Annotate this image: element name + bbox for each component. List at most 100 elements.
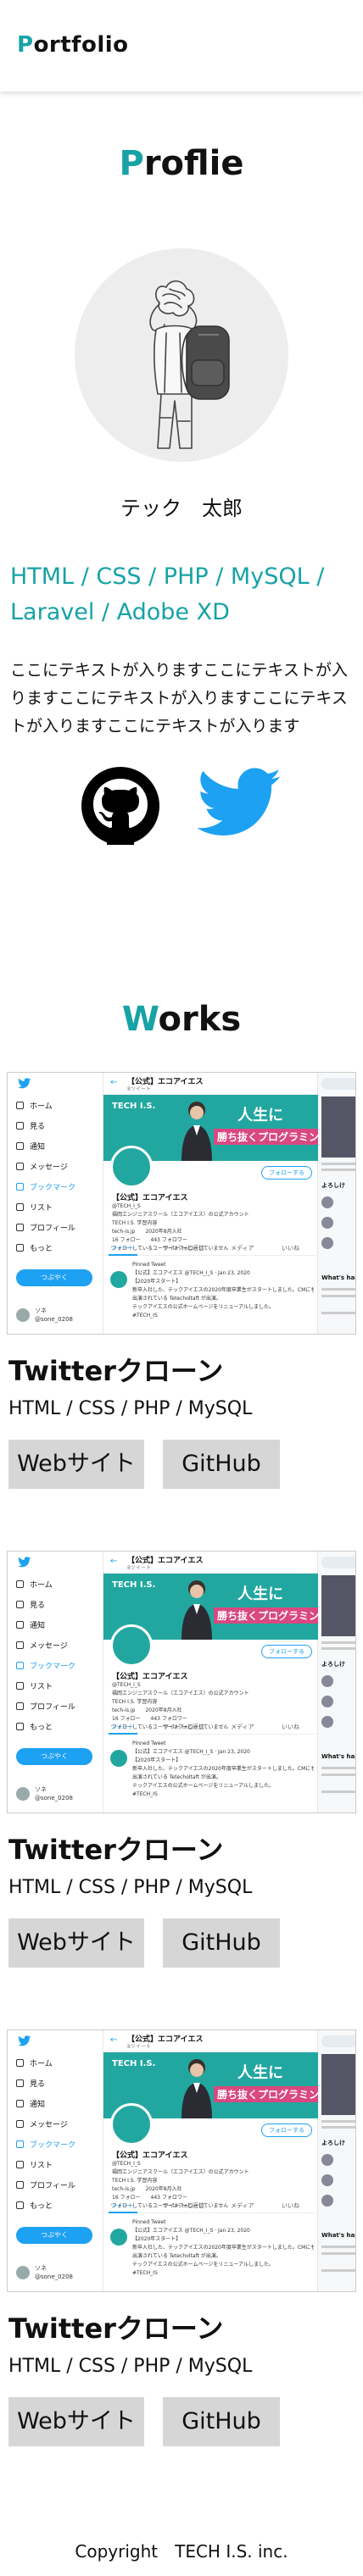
mock-menu-item: リスト [8,2156,103,2176]
work-tech: HTML / CSS / PHP / MySQL [8,1398,253,1419]
mock-user-name: ソネ [35,2265,47,2272]
mock-menu-label: ホーム [30,1581,53,1590]
mock-tweet-line: 【公式】エコアイエス @TECH_I_S · Jan 23, 2020 [132,2228,250,2234]
github-button[interactable]: GitHub [163,1440,280,1489]
website-button[interactable]: Webサイト [8,1918,144,1968]
mock-profile-column: ← 【公式】エコアイエス 8ツイート TECH I.S. 人生に 勝ち抜くプログ… [103,1552,319,1813]
mock-suggest-avatar [321,1237,333,1249]
mock-tweet-line: 【2020年スタート】 [132,1279,182,1285]
mock-menu-icon [16,2140,24,2148]
mock-menu-icon [16,1580,24,1588]
mock-suggest-avatar [321,2195,333,2207]
mock-tab: いいね [282,2202,299,2209]
mock-profile-column: ← 【公式】エコアイエス 8ツイート TECH I.S. 人生に 勝ち抜くプログ… [103,2030,319,2291]
site-logo[interactable]: Portfolio [17,32,129,58]
mock-menu-item: リスト [8,1198,103,1219]
mock-account-sub: 8ツイート [127,1565,151,1571]
mock-profile-line: @TECH_I_S [112,1203,141,1209]
mock-trend-line [321,1295,355,1297]
mock-search-input [321,1557,355,1568]
work-title: Twitterクローン [8,1834,224,1866]
mock-profile-header: ← 【公式】エコアイエス 8ツイート [103,1552,319,1574]
mock-back-arrow-icon: ← [110,1078,118,1087]
mock-banner-logo: TECH I.S. [112,2059,156,2068]
github-button[interactable]: GitHub [163,2397,280,2446]
mock-profile-line: TECH I.S. 学習内容 [112,1220,158,1226]
mock-menu-icon [16,1183,24,1191]
twitter-link[interactable] [197,767,282,845]
mock-banner-person [182,1102,212,1161]
mock-profile-line: 福岡エンジニアスクール（エコアイエス）の公式アカウント [112,2169,249,2175]
mock-trend-image [321,1575,355,1636]
mock-menu: ホーム 見る 通知 メッセージ ブックマーク リスト プロフィール もっと [8,2054,103,2217]
mock-menu: ホーム 見る 通知 メッセージ ブックマーク リスト プロフィール もっと [8,1575,103,1738]
profile-heading-rest: roflie [143,144,244,183]
mock-profile-line: TECH I.S. 学習内容 [112,2178,158,2184]
mock-menu-icon [16,1224,24,1231]
mock-right-title: What's happening [321,1753,355,1760]
mock-trend-line [321,1790,355,1793]
mock-banner-line2: 勝ち抜くプログラミング [214,1607,319,1624]
mock-trend-line [321,1767,355,1769]
website-button[interactable]: Webサイト [8,2397,144,2446]
mock-menu-label: もっと [30,2202,53,2211]
mock-menu-item: ブックマーク [8,1178,103,1198]
mock-right-title: What's happening [321,2232,355,2239]
profile-heading: Proflie [0,144,363,183]
mock-profile-line: tech-is.jp 2020年8月入社 [112,2186,182,2192]
mock-user-avatar [16,2266,30,2279]
mock-suggest-avatar [321,1217,333,1229]
profile-heading-initial: P [119,144,144,183]
works-heading-initial: W [121,1000,159,1039]
mock-tab: ツイートと返信 [163,2202,204,2209]
mock-profile-line: TECH I.S. 学習内容 [112,1699,158,1705]
mock-follow-button: フォローする [261,1166,312,1180]
mock-tweet-line: #TECH_IS [132,1313,158,1319]
mock-user-avatar [16,1308,30,1322]
website-button[interactable]: Webサイト [8,1440,144,1489]
mock-tweet-avatar [110,2229,127,2246]
work-screenshot[interactable]: ホーム 見る 通知 メッセージ ブックマーク リスト プロフィール もっと つぶやく ソネ @s… [7,1072,356,1335]
mock-tab: ツイート [110,1245,134,1252]
work-screenshot[interactable]: ホーム 見る 通知 メッセージ ブックマーク リスト プロフィール もっと つぶやく ソネ @s… [7,1551,356,1813]
work-card: ホーム 見る 通知 メッセージ ブックマーク リスト プロフィール もっと つぶやく ソネ @s… [0,2029,363,2470]
mock-menu-item: プロフィール [8,1219,103,1239]
mock-suggest-avatar [321,1196,333,1208]
mock-menu-icon [16,1702,24,1710]
mock-menu-label: メッセージ [30,2121,68,2129]
mock-tab: ツイート [110,1724,134,1730]
mock-search-input [321,2035,355,2047]
mock-menu-label: リスト [30,1204,53,1213]
site-header: Portfolio [0,0,363,92]
mock-trend-line [321,1312,355,1314]
mock-suggest-avatar [321,1696,333,1707]
mock-twitter-bird-icon [18,2035,31,2046]
mock-tweet-button: つぶやく [16,2227,92,2244]
mock-menu-label: リスト [30,2162,53,2170]
mock-menu-item: リスト [8,1677,103,1697]
mock-tweet-line: 新卒入社した、テックアイエスの2020年度卒業生がスタートしました。CMにも [132,1287,314,1293]
mock-menu: ホーム 見る 通知 メッセージ ブックマーク リスト プロフィール もっと [8,1096,103,1259]
profile-skills: HTML / CSS / PHP / MySQL / Laravel / Ado… [10,564,325,625]
mock-menu-label: リスト [30,1683,53,1691]
github-button[interactable]: GitHub [163,1918,280,1968]
mock-menu-icon [16,1621,24,1629]
mock-tweet-line: 出演されている Tetecholtaft が出演。 [132,2253,221,2259]
mock-menu-item: 通知 [8,1616,103,1636]
mock-user-handle: @sone_0208 [35,2273,73,2280]
mock-trend-line [321,1288,355,1291]
avatar [75,248,288,462]
mock-menu-icon [16,2161,24,2168]
mock-tabs: ツイート ツイートと返信 メディア いいね [103,1241,319,1256]
mock-trend-line [321,2126,355,2129]
mock-menu-icon [16,2181,24,2189]
mock-menu-item: 通知 [8,2095,103,2115]
mock-sidebar: ホーム 見る 通知 メッセージ ブックマーク リスト プロフィール もっと つぶやく ソネ @s… [8,2030,103,2291]
mock-tabs: ツイート ツイートと返信 メディア いいね [103,2198,319,2213]
mock-trend-line [321,1647,355,1650]
mock-suggest-avatar [321,1716,333,1728]
github-link[interactable] [78,767,163,845]
work-screenshot[interactable]: ホーム 見る 通知 メッセージ ブックマーク リスト プロフィール もっと つぶやく ソネ @s… [7,2029,356,2292]
mock-menu-label: 通知 [30,1143,46,1152]
mock-menu-icon [16,1723,24,1730]
